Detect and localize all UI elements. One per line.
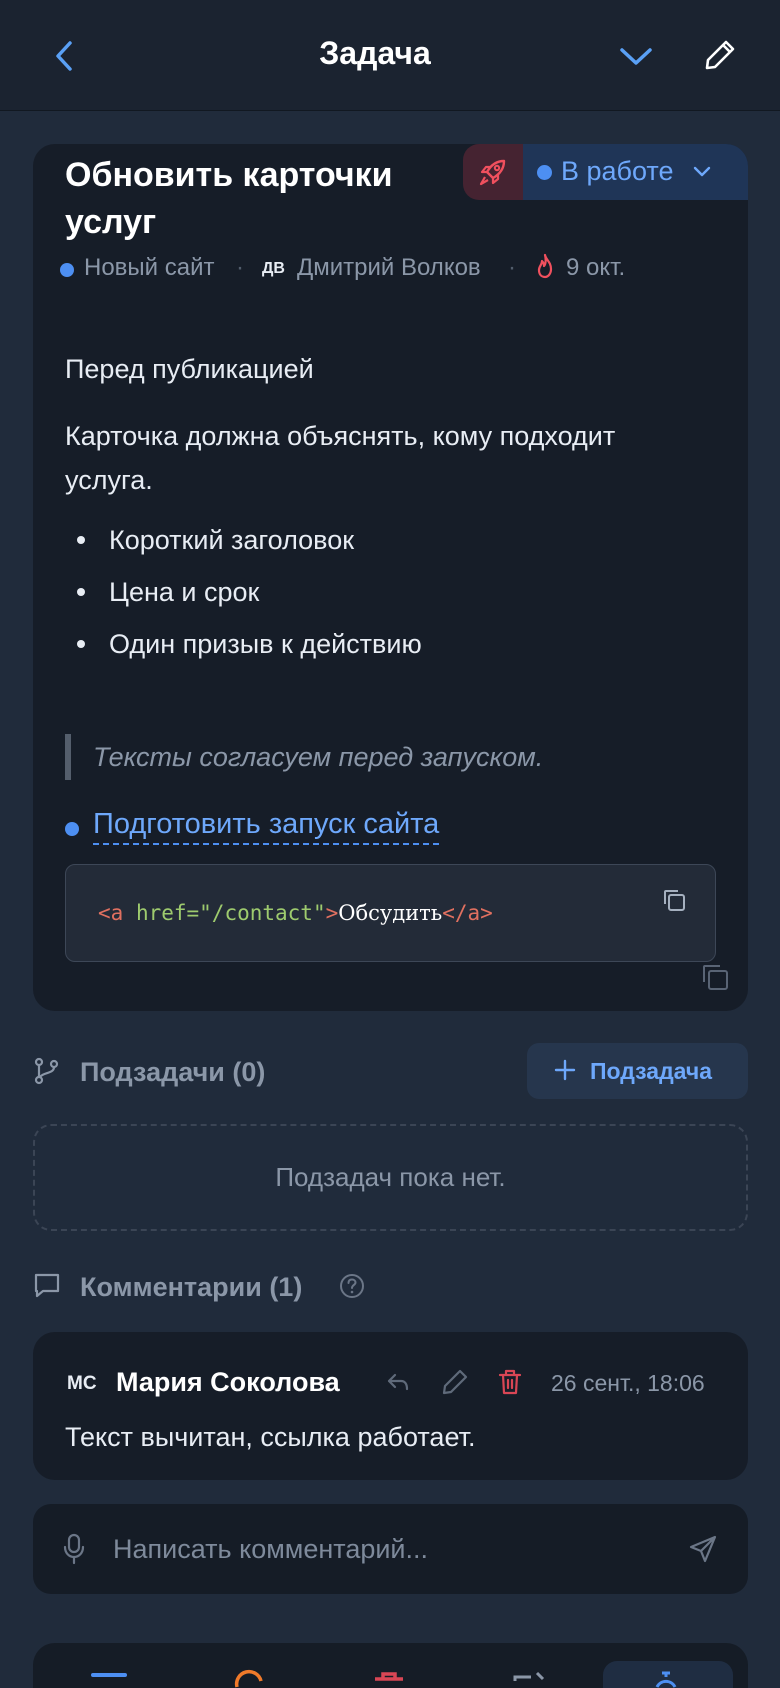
add-subtask-label: Подзадача [590,1058,713,1084]
priority-button[interactable] [463,144,523,200]
trash-icon[interactable] [497,1368,523,1396]
send-icon[interactable] [688,1534,718,1564]
description-list: Короткий заголовок Цена и срок Один приз… [65,514,705,670]
comment-timestamp: 26 сент., 18:06 [551,1370,705,1396]
chevron-down-icon [620,48,652,65]
comment-composer [33,1504,748,1594]
task-meta: Новый сайт · ДВ Дмитрий Волков · 9 окт. [60,253,740,284]
list-icon[interactable] [91,1667,127,1688]
collapse-button[interactable] [618,40,654,72]
description-paragraph: Карточка должна объяснять, кому подходит… [65,421,616,495]
plus-icon [554,1059,576,1081]
briefcase-icon[interactable] [371,1667,407,1688]
comment-icon [34,1273,60,1298]
due-date: 9 окт. [566,254,626,281]
assignee-avatar: ДВ [262,260,285,277]
microphone-icon[interactable] [63,1533,85,1565]
code-content: <a href="/contact">Обсудить</a> [98,901,493,925]
add-subtask-button[interactable]: Подзадача [527,1043,748,1099]
linked-task-link[interactable]: Подготовить запуск сайта [93,808,440,845]
copy-icon[interactable] [700,962,730,992]
pencil-icon [705,40,735,70]
project-dot [60,263,74,277]
comments-header: Комментарии (1) [33,1265,433,1305]
pencil-icon[interactable] [441,1368,469,1396]
task-card: Обновить карточки услуг В работе Новый с… [33,144,748,1011]
linked-task-dot [65,822,79,836]
list-item: Один призыв к действию [65,618,705,670]
description-heading: Перед публикацией [65,354,314,384]
meta-separator: · [236,254,244,281]
bottom-navigation [33,1643,748,1688]
task-description: Перед публикацией Карточка должна объясн… [65,354,705,670]
subtasks-label: Подзадачи (0) [80,1057,266,1087]
task-title: Обновить карточки услуг [65,156,393,241]
code-block: <a href="/contact">Обсудить</a> [65,864,716,962]
meta-separator: · [508,254,516,281]
reply-icon[interactable] [385,1370,411,1396]
list-item: Короткий заголовок [65,514,705,566]
copy-code-icon[interactable] [661,887,687,913]
flame-icon [537,253,553,279]
status-label: В работе [561,156,674,186]
status-dot [537,165,552,180]
edit-task-button[interactable] [703,38,737,72]
comments-label: Комментарии (1) [80,1272,303,1302]
rocket-icon [479,159,506,186]
comment-avatar: МС [67,1373,97,1394]
comment-input[interactable] [113,1526,673,1572]
list-item: Цена и срок [65,566,705,618]
help-circle-icon[interactable] [338,1272,366,1300]
subtasks-empty-state: Подзадач пока нет. [33,1124,748,1231]
comment-item: МС Мария Соколова 26 сент., 18:06 Текст … [33,1332,748,1480]
git-branch-icon [34,1057,59,1085]
assignee-name[interactable]: Дмитрий Волков [297,254,481,282]
comment-author: Мария Соколова [116,1367,340,1397]
stopwatch-icon[interactable] [651,1667,681,1688]
comment-text: Текст вычитан, ссылка работает. [65,1422,476,1452]
status-dropdown[interactable]: В работе [523,144,748,200]
chevron-down-icon [693,166,711,177]
description-quote: Тексты согласуем перед запуском. [65,734,665,780]
clock-icon[interactable] [231,1667,267,1688]
project-name[interactable]: Новый сайт [84,254,215,282]
edit-square-icon[interactable] [511,1667,547,1688]
top-bar: Задача [0,0,780,111]
